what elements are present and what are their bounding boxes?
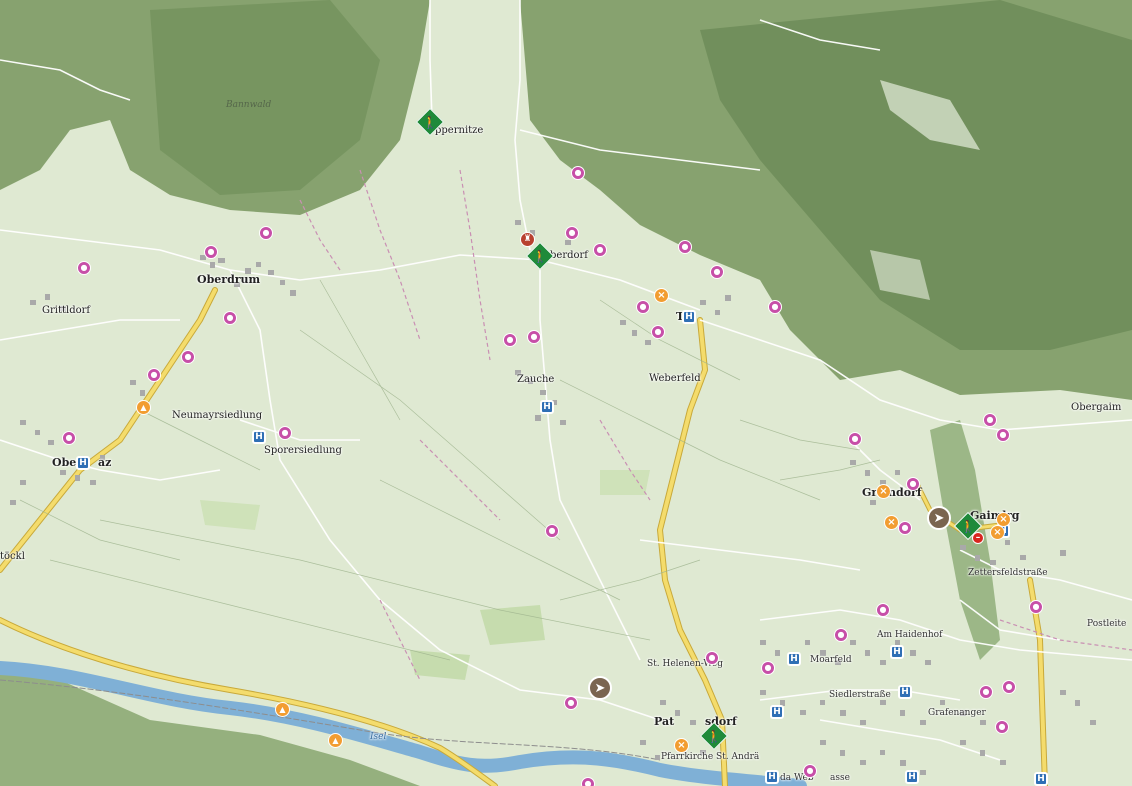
accommodation-icon[interactable]: ● <box>527 330 541 344</box>
restaurant-icon[interactable]: × <box>990 525 1005 540</box>
restaurant-icon[interactable]: × <box>654 288 669 303</box>
restaurant-icon[interactable]: × <box>884 515 899 530</box>
accommodation-icon[interactable]: ● <box>636 300 650 314</box>
accommodation-icon[interactable]: ● <box>678 240 692 254</box>
accommodation-icon[interactable]: ● <box>565 226 579 240</box>
camping-icon[interactable]: ▲ <box>136 400 151 415</box>
place-label-weberfeld: Weberfeld <box>649 373 701 384</box>
accommodation-icon[interactable]: ● <box>503 333 517 347</box>
street-label-am-haidenhof: Am Haidenhof <box>877 630 943 640</box>
accommodation-icon[interactable]: ● <box>705 651 719 665</box>
street-label-siedlerstrasse: Siedlerstraße <box>829 690 891 700</box>
accommodation-icon[interactable]: ● <box>62 431 76 445</box>
street-label-pfarrkirche-st-andrae: Pfarrkirche St. Andrä <box>661 752 760 762</box>
place-label-neumayrsiedlung: Neumayrsiedlung <box>172 410 263 421</box>
accommodation-icon[interactable]: ● <box>571 166 585 180</box>
bus-stop-icon[interactable]: H <box>898 685 912 699</box>
bus-stop-icon[interactable]: H <box>905 770 919 784</box>
place-label-patriasdorf-part1: Pat <box>654 715 675 728</box>
signpost-icon[interactable]: ➤ <box>927 506 951 530</box>
no-entry-icon: – <box>972 532 984 544</box>
place-label-oberdorf: berdorf <box>550 250 589 261</box>
accommodation-icon[interactable]: ● <box>593 243 607 257</box>
place-label-moos-nitze: ppernitze <box>435 125 484 136</box>
accommodation-icon[interactable]: ● <box>834 628 848 642</box>
landmark-icon[interactable]: ♜ <box>520 232 535 247</box>
accommodation-icon[interactable]: ● <box>983 413 997 427</box>
accommodation-icon[interactable]: ● <box>545 524 559 538</box>
river-label-isel: Isel <box>370 732 387 742</box>
accommodation-icon[interactable]: ● <box>768 300 782 314</box>
accommodation-icon[interactable]: ● <box>581 777 595 786</box>
bus-stop-icon[interactable]: H <box>890 645 904 659</box>
bus-stop-icon[interactable]: H <box>765 770 779 784</box>
restaurant-icon[interactable]: × <box>674 738 689 753</box>
place-label-zauche: Zauche <box>517 374 555 385</box>
place-label-sporersiedlung: Sporersiedlung <box>264 445 342 456</box>
accommodation-icon[interactable]: ● <box>259 226 273 240</box>
bus-stop-icon[interactable]: H <box>1034 772 1048 786</box>
accommodation-icon[interactable]: ● <box>77 261 91 275</box>
bus-stop-icon[interactable]: H <box>787 652 801 666</box>
accommodation-icon[interactable]: ● <box>803 764 817 778</box>
accommodation-icon[interactable]: ● <box>147 368 161 382</box>
accommodation-icon[interactable]: ● <box>876 603 890 617</box>
street-label-web-part2: asse <box>830 773 850 783</box>
accommodation-icon[interactable]: ● <box>995 720 1009 734</box>
place-label-stoeckl: töckl <box>0 551 25 562</box>
restaurant-icon[interactable]: × <box>996 512 1011 527</box>
accommodation-icon[interactable]: ● <box>278 426 292 440</box>
accommodation-icon[interactable]: ● <box>181 350 195 364</box>
street-label-zettersfeldstrasse: Zettersfeldstraße <box>968 568 1048 578</box>
bus-stop-icon[interactable]: H <box>770 705 784 719</box>
signpost-icon[interactable]: ➤ <box>588 676 612 700</box>
map-canvas[interactable]: Oberdrum Grittldorf Neumayrsiedlung Spor… <box>0 0 1132 786</box>
accommodation-icon[interactable]: ● <box>996 428 1010 442</box>
accommodation-icon[interactable]: ● <box>564 696 578 710</box>
map-base-layer <box>0 0 1132 786</box>
bus-stop-icon[interactable]: H <box>682 310 696 324</box>
accommodation-icon[interactable]: ● <box>1002 680 1016 694</box>
accommodation-icon[interactable]: ● <box>761 661 775 675</box>
forest-label-bannwald: Bannwald <box>226 100 272 110</box>
accommodation-icon[interactable]: ● <box>848 432 862 446</box>
street-label-postleite: Postleite <box>1087 619 1127 629</box>
camping-icon[interactable]: ▲ <box>328 733 343 748</box>
street-label-grafenanger: Grafenanger <box>928 708 986 718</box>
camping-icon[interactable]: ▲ <box>275 702 290 717</box>
accommodation-icon[interactable]: ● <box>898 521 912 535</box>
bus-stop-icon[interactable]: H <box>540 400 554 414</box>
field-patch <box>480 605 545 645</box>
place-label-oberlienz-part2: az <box>98 456 112 469</box>
accommodation-icon[interactable]: ● <box>906 477 920 491</box>
place-label-oberdrum: Oberdrum <box>197 273 261 286</box>
restaurant-icon[interactable]: × <box>876 484 891 499</box>
accommodation-icon[interactable]: ● <box>223 311 237 325</box>
accommodation-icon[interactable]: ● <box>204 245 218 259</box>
place-label-grafendorf-part1: Gr <box>862 486 878 499</box>
street-label-moarfeld: Moarfeld <box>810 655 852 665</box>
place-label-grittldorf: Grittldorf <box>42 305 91 316</box>
accommodation-icon[interactable]: ● <box>979 685 993 699</box>
accommodation-icon[interactable]: ● <box>1029 600 1043 614</box>
bus-stop-icon[interactable]: H <box>76 456 90 470</box>
bus-stop-icon[interactable]: H <box>252 430 266 444</box>
place-label-obergaimberg: Obergaim <box>1071 402 1122 413</box>
field-patch <box>600 470 650 495</box>
accommodation-icon[interactable]: ● <box>651 325 665 339</box>
accommodation-icon[interactable]: ● <box>710 265 724 279</box>
